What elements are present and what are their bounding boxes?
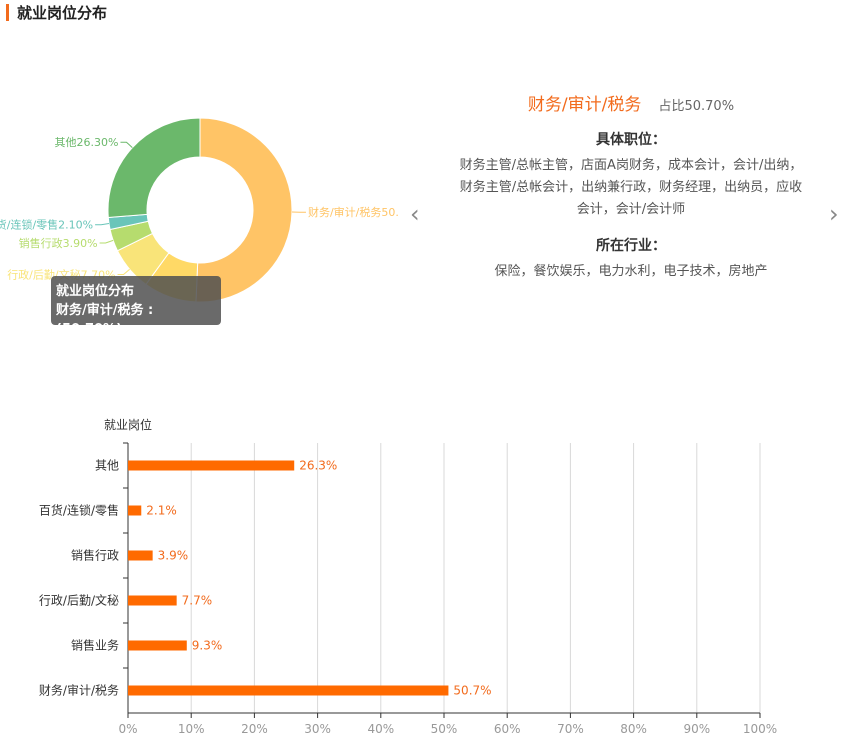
bar [128,550,153,561]
y-tick-label: 行政/后勤/文秘 [39,593,119,608]
section-title: 就业岗位分布 [17,3,108,22]
pie-label-line [99,239,114,244]
bar-value-label: 50.7% [453,684,491,698]
tooltip-title: 就业岗位分布 [56,284,135,299]
title-accent-bar [6,3,9,21]
bar-value-label: 9.3% [192,639,223,653]
pie-label-line [95,223,110,226]
bar-chart: 就业岗位 0% 10% 20% 30% 40% 50% 60% 70% 80% 90% 100% 其他 2… [39,417,777,736]
x-tick-label: 50% [431,722,458,736]
bar [128,640,187,651]
detail-category: 财务/审计/税务 [527,95,642,115]
section-header: 就业岗位分布 [6,2,107,22]
bar-value-label: 26.3% [299,459,337,473]
x-tick-label: 20% [241,722,268,736]
tooltip-text: 财务/审计/税务 :(50.70%) [56,303,154,337]
pie-slice-label: 财务/审计/税务50. [308,205,399,219]
positions-heading: 具体职位： [596,132,666,148]
bar-value-label: 7.7% [182,594,213,608]
y-axis-title: 就业岗位 [104,417,152,432]
bar [128,460,295,471]
x-tick-label: 40% [367,722,394,736]
x-tick-label: 80% [620,722,647,736]
y-tick-label: 其他 [95,459,119,473]
y-tick-label: 财务/审计/税务 [39,683,119,698]
category-detail-panel: 财务/审计/税务 占比50.70% 具体职位： 财务主管/总帐主管，店面A岗财务… [440,90,822,283]
bar [128,595,177,606]
pie-slice-label: 其他26.30% [55,136,119,149]
x-tick-label: 10% [178,722,205,736]
x-tick-label: 60% [494,722,521,736]
detail-ratio: 占比50.70% [658,99,735,114]
x-tick-label: 70% [557,722,584,736]
y-tick-label: 销售业务 [71,638,119,653]
pie-slice-label: 货/连锁/零售2.10% [0,218,93,232]
bar [128,685,449,696]
pie-slice [195,117,293,303]
chevron-left-icon[interactable]: ‹ [410,200,420,228]
x-tick-label: 100% [743,722,777,736]
y-tick-label: 百货/连锁/零售 [39,503,119,518]
y-tick-label: 销售行政 [71,548,119,563]
pie-slice-label: 销售行政3.90% [19,236,98,250]
pie-slice [107,117,201,219]
bar-value-label: 3.9% [158,549,189,563]
chart-tooltip: 就业岗位分布 财务/审计/税务 :(50.70%) [51,276,221,337]
chevron-right-icon[interactable]: › [829,200,839,228]
x-tick-label: 0% [118,722,137,736]
bar [128,505,142,516]
x-tick-label: 90% [683,722,710,736]
pie-label-line [117,268,130,275]
pie-label-line [120,141,133,149]
bar-value-label: 2.1% [146,504,177,518]
industry-list: 保险，餐饮娱乐，电力水利，电子技术，房地产 [494,264,768,279]
x-tick-label: 30% [304,722,331,736]
industry-heading: 所在行业： [596,238,666,254]
positions-list: 财务主管/总帐主管，店面A岗财务，成本会计，会计/出纳，财务主管/总帐会计，出纳… [459,158,803,217]
